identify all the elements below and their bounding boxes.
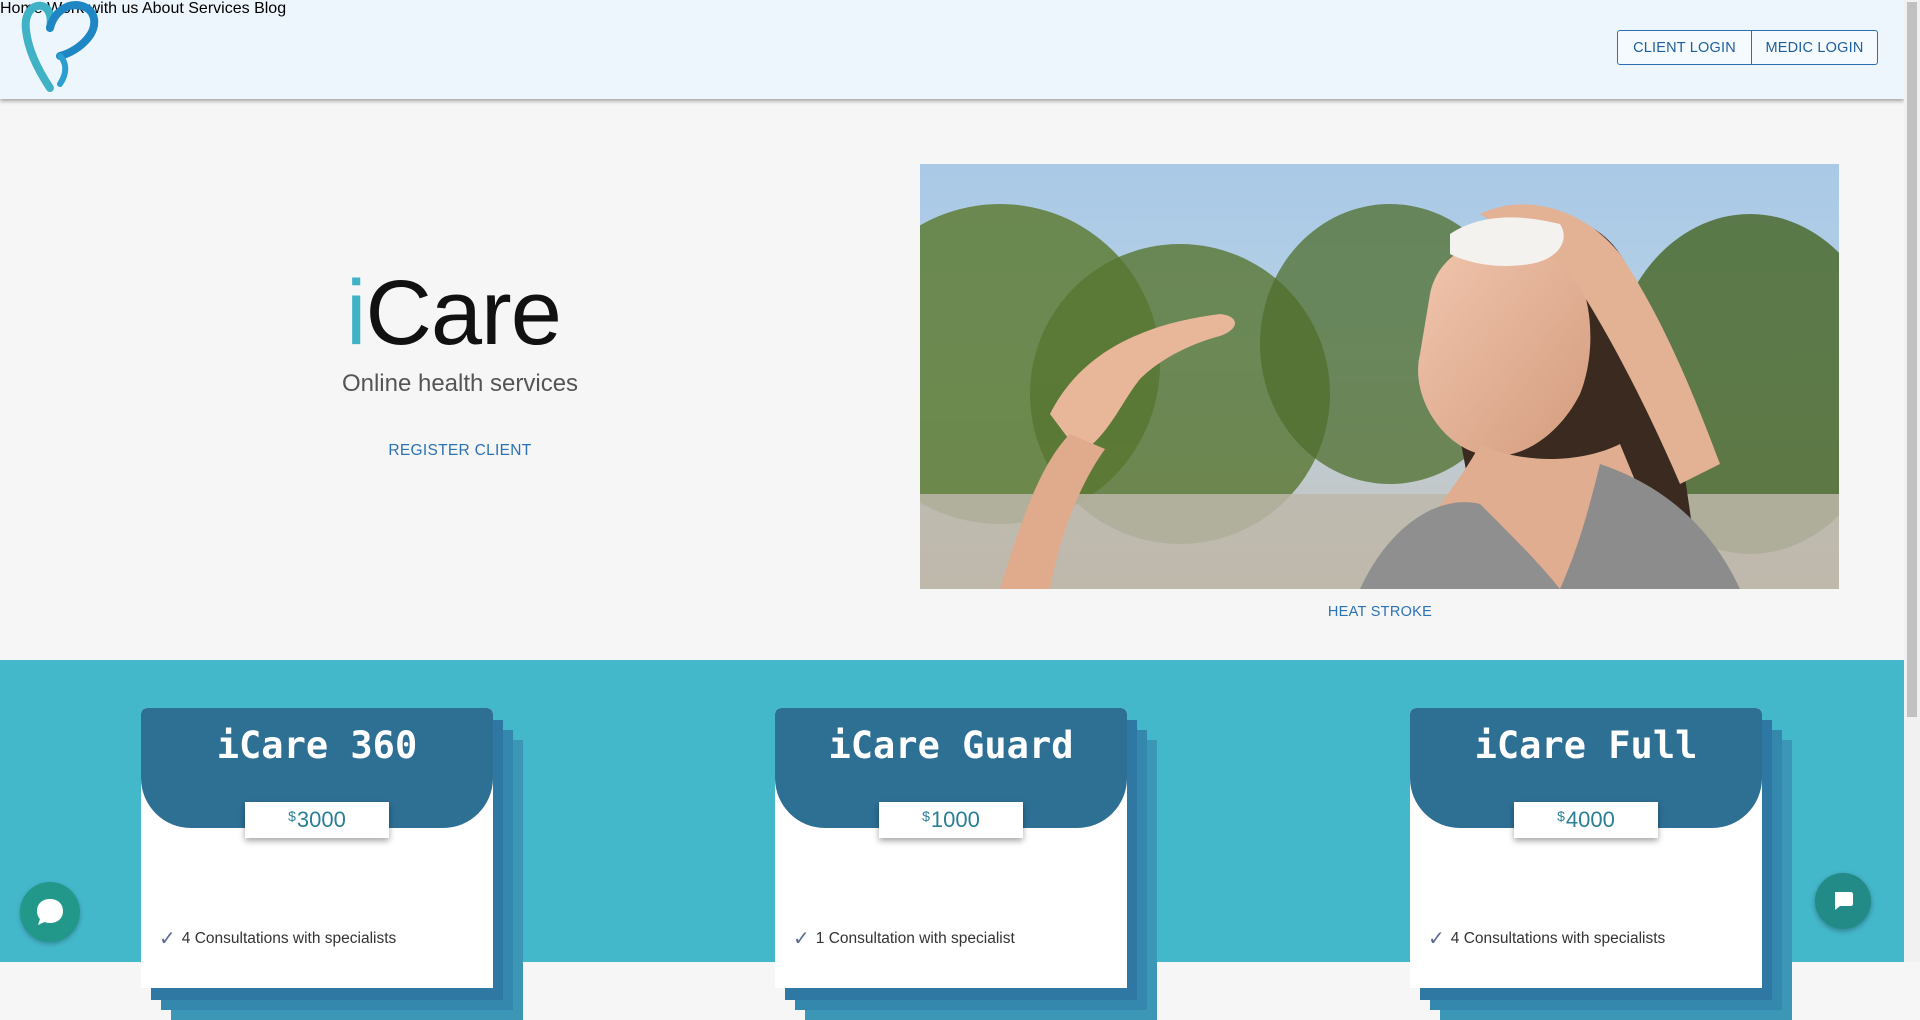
scrollbar-thumb[interactable] xyxy=(1907,2,1917,717)
check-icon: ✓ xyxy=(159,928,176,950)
heart-logo-icon[interactable] xyxy=(20,0,102,96)
plan-card-icare-full[interactable]: iCare Full $4000 ✓ 4 Consultations with s… xyxy=(1410,708,1792,1020)
plan-card-icare-guard[interactable]: iCare Guard $1000 ✓ 1 Consultation with s… xyxy=(775,708,1157,1020)
plan-feature: ✓ 4 Consultations with specialists xyxy=(1428,928,1666,950)
client-login-button[interactable]: CLIENT LOGIN xyxy=(1618,31,1752,64)
plan-name: iCare Guard xyxy=(828,724,1074,767)
nav-about[interactable]: About xyxy=(142,0,184,17)
plan-name: iCare Full xyxy=(1474,724,1698,767)
plans-section: iCare 360 $3000 ✓ 4 Consultations with sp… xyxy=(0,660,1904,1020)
medic-login-button[interactable]: MEDIC LOGIN xyxy=(1752,31,1877,64)
plan-price: $3000 xyxy=(245,802,389,838)
plan-price: $1000 xyxy=(879,802,1023,838)
nav-blog[interactable]: Blog xyxy=(254,0,286,17)
brand-title-rest: Care xyxy=(365,262,561,364)
top-navbar: Home Work with us About Services Blog CL… xyxy=(0,0,1904,99)
brand-title: iCare xyxy=(346,258,562,368)
plan-feature: ✓ 1 Consultation with specialist xyxy=(793,928,1015,950)
message-icon[interactable] xyxy=(1815,873,1871,929)
nav-services[interactable]: Services xyxy=(188,0,249,17)
check-icon: ✓ xyxy=(793,928,810,950)
register-client-link[interactable]: REGISTER CLIENT xyxy=(300,442,620,460)
plan-feature: ✓ 4 Consultations with specialists xyxy=(159,928,397,950)
brand-title-i: i xyxy=(346,262,366,364)
chat-bubble-icon[interactable] xyxy=(20,882,80,942)
plan-name: iCare 360 xyxy=(216,724,418,767)
login-button-group: CLIENT LOGIN MEDIC LOGIN xyxy=(1617,30,1878,65)
plan-price: $4000 xyxy=(1514,802,1658,838)
hero-image-heat-stroke xyxy=(920,164,1839,589)
hero-image-caption[interactable]: HEAT STROKE xyxy=(1280,604,1480,620)
plan-card-icare-360[interactable]: iCare 360 $3000 ✓ 4 Consultations with sp… xyxy=(141,708,523,1020)
brand-subtitle: Online health services xyxy=(341,370,579,397)
check-icon: ✓ xyxy=(1428,928,1445,950)
